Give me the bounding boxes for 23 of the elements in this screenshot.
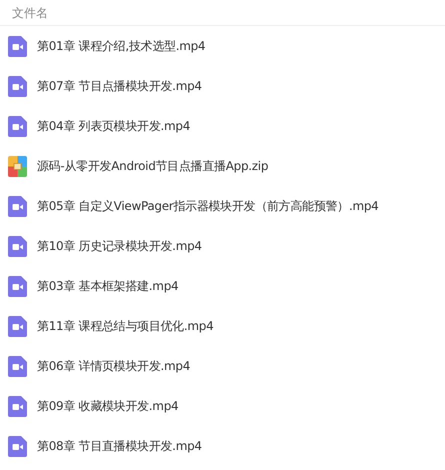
video-file-icon: [8, 196, 27, 216]
archive-file-icon: [8, 156, 27, 176]
file-name[interactable]: 第05章 自定义ViewPager指示器模块开发（前方高能预警）.mp4: [37, 197, 379, 215]
video-file-icon: [8, 276, 27, 296]
video-file-icon: [8, 436, 27, 456]
file-name[interactable]: 源码-从零开发Android节目点播直播App.zip: [37, 157, 268, 175]
file-name[interactable]: 第04章 列表页模块开发.mp4: [37, 117, 190, 135]
file-name[interactable]: 第01章 课程介绍,技术选型.mp4: [37, 37, 206, 55]
file-name[interactable]: 第09章 收藏模块开发.mp4: [37, 397, 178, 415]
file-name[interactable]: 第10章 历史记录模块开发.mp4: [37, 237, 202, 255]
column-header: 文件名: [12, 4, 48, 22]
video-file-icon: [8, 76, 27, 96]
file-name[interactable]: 第11章 课程总结与项目优化.mp4: [37, 317, 214, 335]
video-file-icon: [8, 356, 27, 376]
file-name[interactable]: 第03章 基本框架搭建.mp4: [37, 277, 178, 295]
video-file-icon: [8, 316, 27, 336]
video-file-icon: [8, 116, 27, 136]
video-file-icon: [8, 396, 27, 416]
file-name[interactable]: 第08章 节目直播模块开发.mp4: [37, 437, 202, 455]
video-file-icon: [8, 236, 27, 256]
file-name[interactable]: 第07章 节目点播模块开发.mp4: [37, 77, 202, 95]
file-name[interactable]: 第06章 详情页模块开发.mp4: [37, 357, 190, 375]
video-file-icon: [8, 36, 27, 56]
